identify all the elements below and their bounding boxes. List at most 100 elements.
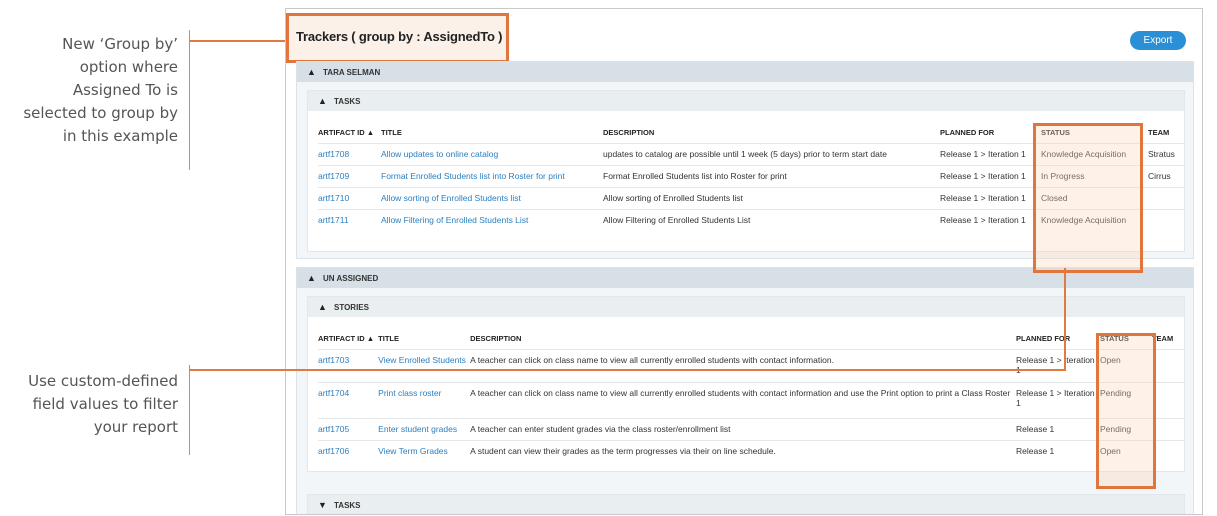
table-header-row: ARTIFACT ID ▲ TITLE DESCRIPTION PLANNED …: [318, 327, 1184, 350]
table-row: artf1710 Allow sorting of Enrolled Stude…: [318, 187, 1184, 210]
status-cell: Open: [1099, 440, 1152, 463]
column-header[interactable]: PLANNED FOR: [940, 121, 1041, 144]
section-stories: ▲ STORIES ARTIFACT ID ▲ TITLE DESCRIPTION…: [307, 296, 1185, 472]
chevron-up-icon: ▲: [318, 96, 327, 106]
status-cell: Pending: [1099, 418, 1152, 441]
column-header[interactable]: ARTIFACT ID ▲: [318, 327, 378, 350]
planned-for-cell: Release 1 > Iteration 1: [940, 187, 1041, 210]
description-cell: A teacher can click on class name to vie…: [470, 349, 1016, 383]
callout-line-text: field values to filter: [32, 395, 178, 413]
group-header[interactable]: ▲ TARA SELMAN: [297, 62, 1193, 82]
team-cell: [1148, 187, 1184, 210]
status-cell: Pending: [1099, 382, 1152, 419]
section-label: TASKS: [334, 501, 361, 510]
section-header[interactable]: ▲ TASKS: [308, 91, 1184, 111]
chevron-down-icon: ▼: [318, 500, 327, 510]
table-row: artf1711 Allow Filtering of Enrolled Stu…: [318, 209, 1184, 232]
group-label: UN ASSIGNED: [323, 274, 379, 283]
title-link[interactable]: Allow sorting of Enrolled Students list: [381, 187, 603, 210]
title-link[interactable]: Enter student grades: [378, 418, 471, 441]
status-cell: Closed: [1041, 187, 1148, 210]
team-cell: Cirrus: [1148, 165, 1184, 188]
table-row: artf1704 Print class roster A teacher ca…: [318, 382, 1184, 419]
column-header[interactable]: PLANNED FOR: [1016, 327, 1100, 350]
artifact-id-link[interactable]: artf1708: [318, 143, 381, 166]
title-link[interactable]: View Term Grades: [378, 440, 471, 463]
status-cell: In Progress: [1041, 165, 1148, 188]
status-cell: Knowledge Acquisition: [1041, 209, 1148, 232]
group-label: TARA SELMAN: [323, 68, 381, 77]
section-header[interactable]: ▼ TASKS: [308, 495, 1184, 514]
section-header[interactable]: ▲ STORIES: [308, 297, 1184, 317]
column-header[interactable]: TITLE: [381, 121, 603, 144]
section-tasks-collapsed: ▼ TASKS: [307, 494, 1185, 514]
table-row: artf1708 Allow updates to online catalog…: [318, 143, 1184, 166]
chevron-up-icon: ▲: [307, 273, 316, 283]
callout-custom-fields: Use custom-defined field values to filte…: [28, 370, 178, 439]
table-header-row: ARTIFACT ID ▲ TITLE DESCRIPTION PLANNED …: [318, 121, 1184, 144]
planned-for-cell: Release 1 > Iteration 1: [1015, 349, 1100, 383]
report-window: Trackers ( group by : AssignedTo ) Expor…: [285, 8, 1203, 515]
callout-line-text: in this example: [62, 127, 178, 145]
planned-for-cell: Release 1 > Iteration 1: [940, 165, 1041, 188]
description-cell: Format Enrolled Students list into Roste…: [603, 165, 940, 188]
description-cell: A teacher can click on class name to vie…: [470, 382, 1016, 419]
description-cell: A teacher can enter student grades via t…: [470, 418, 1016, 441]
artifact-id-link[interactable]: artf1706: [318, 440, 379, 463]
planned-for-cell: Release 1 > Iteration 1: [940, 143, 1041, 166]
status-cell: Knowledge Acquisition: [1041, 143, 1148, 166]
artifact-id-link[interactable]: artf1710: [318, 187, 381, 210]
team-cell: [1151, 382, 1184, 419]
callout-line-text: Assigned To is: [72, 81, 178, 99]
section-label: TASKS: [334, 97, 361, 106]
artifact-id-link[interactable]: artf1703: [318, 349, 379, 383]
team-cell: [1151, 418, 1184, 441]
artifact-id-link[interactable]: artf1705: [318, 418, 379, 441]
title-link[interactable]: Allow updates to online catalog: [381, 143, 603, 166]
planned-for-cell: Release 1 > Iteration 1: [940, 209, 1041, 232]
column-header[interactable]: DESCRIPTION: [470, 327, 1016, 350]
artifact-id-link[interactable]: artf1704: [318, 382, 379, 419]
column-header[interactable]: STATUS: [1041, 121, 1148, 144]
planned-for-cell: Release 1: [1015, 440, 1100, 463]
team-cell: [1151, 349, 1184, 383]
table-row: artf1703 View Enrolled Students A teache…: [318, 349, 1184, 383]
artifact-id-link[interactable]: artf1711: [318, 209, 381, 232]
description-cell: Allow sorting of Enrolled Students list: [603, 187, 940, 210]
column-header[interactable]: DESCRIPTION: [603, 121, 940, 144]
report-header: Trackers ( group by : AssignedTo ) Expor…: [286, 9, 1202, 63]
planned-for-cell: Release 1 > Iteration 1: [1015, 382, 1100, 419]
callout-connector: [189, 40, 287, 42]
column-header[interactable]: ARTIFACT ID ▲: [318, 121, 381, 144]
callout-connector: [1064, 268, 1066, 371]
column-header[interactable]: STATUS: [1100, 327, 1152, 350]
callout-bracket: [189, 365, 190, 455]
table-row: artf1706 View Term Grades A student can …: [318, 440, 1184, 463]
title-link[interactable]: Allow Filtering of Enrolled Students Lis…: [381, 209, 603, 232]
title-link[interactable]: Format Enrolled Students list into Roste…: [381, 165, 603, 188]
team-cell: Stratus: [1148, 143, 1184, 166]
report-title: Trackers ( group by : AssignedTo ): [296, 29, 503, 44]
chevron-up-icon: ▲: [318, 302, 327, 312]
column-header[interactable]: TEAM: [1148, 121, 1184, 144]
export-button[interactable]: Export: [1130, 31, 1186, 50]
title-link[interactable]: View Enrolled Students: [378, 349, 471, 383]
callout-line-text: option where: [79, 58, 178, 76]
chevron-up-icon: ▲: [307, 67, 316, 77]
column-header[interactable]: TEAM: [1152, 327, 1184, 350]
column-header[interactable]: TITLE: [378, 327, 470, 350]
title-link[interactable]: Print class roster: [378, 382, 471, 419]
description-cell: Allow Filtering of Enrolled Students Lis…: [603, 209, 940, 232]
status-cell: Open: [1099, 349, 1152, 383]
team-cell: [1148, 209, 1184, 232]
artifact-id-link[interactable]: artf1709: [318, 165, 381, 188]
callout-line-text: selected to group by: [23, 104, 178, 122]
team-cell: [1151, 440, 1184, 463]
group-header[interactable]: ▲ UN ASSIGNED: [297, 268, 1193, 288]
callout-connector: [189, 369, 1065, 371]
callout-line-text: New ‘Group by’: [62, 35, 178, 53]
group-tara-selman: ▲ TARA SELMAN ▲ TASKS ARTIFACT ID ▲ TITLE …: [296, 61, 1194, 259]
section-tasks: ▲ TASKS ARTIFACT ID ▲ TITLE DESCRIPTION P…: [307, 90, 1185, 252]
group-unassigned: ▲ UN ASSIGNED ▲ STORIES ARTIFACT ID ▲ TITL…: [296, 267, 1194, 514]
table-row: artf1709 Format Enrolled Students list i…: [318, 165, 1184, 188]
